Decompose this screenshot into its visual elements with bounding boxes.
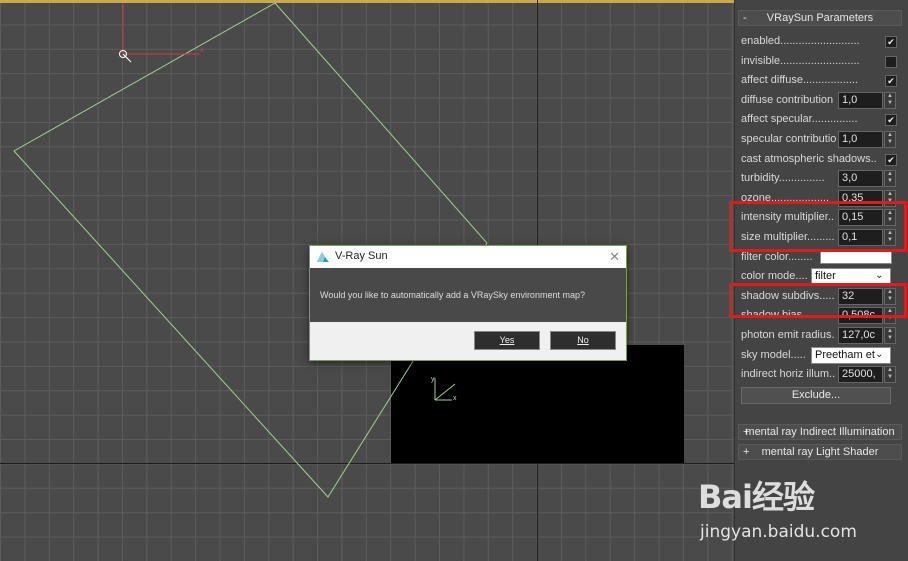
param-label: affect specular............... (741, 113, 858, 126)
param-row: indirect horiz illum.. 25000, ▲ ▼ (741, 366, 896, 384)
param-row: photon emit radius. 127,0c ▲ ▼ (741, 327, 896, 344)
param-label: indirect horiz illum.. (741, 368, 836, 381)
highlight-intensity-size (729, 201, 907, 252)
dialog-title-bar: V-Ray Sun ✕ (310, 246, 626, 268)
param-label: invisible.......................... (741, 54, 860, 67)
param-row: enabled.......................... ✔ (741, 33, 897, 50)
param-row: affect specular............... ✔ (741, 111, 897, 128)
watermark-logo: Bai经验 (698, 478, 815, 516)
dropdown-value: Preetham et (815, 348, 875, 361)
param-row: invisible.......................... (741, 53, 897, 70)
param-checkbox[interactable]: ✔ (885, 75, 897, 88)
rollout-mental-ray-indirect[interactable]: + mental ray Indirect Illumination (738, 424, 902, 440)
rollout-title: mental ray Indirect Illumination (745, 426, 895, 438)
spinner-arrows-icon[interactable]: ▲ ▼ (884, 91, 896, 109)
spinner-arrows-icon[interactable]: ▲ ▼ (884, 170, 896, 188)
yes-button[interactable]: Yes (474, 331, 540, 350)
rollout-mental-ray-light-shader[interactable]: + mental ray Light Shader (738, 444, 902, 460)
param-spinner-input[interactable]: 127,0c (838, 327, 883, 344)
param-label: photon emit radius. (741, 329, 835, 341)
close-icon[interactable]: ✕ (609, 249, 620, 265)
rollout-vraysun-parameters[interactable]: - VRaySun Parameters (738, 10, 902, 26)
param-row: cast atmospheric shadows.. ✔ (741, 151, 897, 168)
param-row: sky model..... Preetham et ⌄ (741, 346, 893, 364)
app-icon (317, 252, 329, 262)
chevron-down-icon[interactable]: ⌄ (875, 268, 883, 283)
param-spinner-input[interactable]: 25000, (838, 366, 883, 384)
param-spinner-input[interactable]: 1,0 (838, 91, 883, 109)
no-button[interactable]: No (550, 331, 616, 350)
param-row: specular contributio 1,0 ▲ ▼ (741, 131, 896, 148)
spinner-arrows-icon[interactable]: ▲ ▼ (884, 131, 896, 148)
param-label: enabled.......................... (741, 35, 860, 47)
param-label: affect diffuse.................. (741, 74, 858, 87)
dialog-title: V-Ray Sun (335, 250, 388, 262)
chevron-down-icon[interactable]: ⌄ (875, 347, 883, 362)
vray-sun-dialog: V-Ray Sun ✕ Would you like to automatica… (309, 245, 627, 361)
param-label: diffuse contribution (741, 93, 834, 106)
dialog-message: Would you like to automatically add a VR… (320, 290, 585, 300)
param-checkbox[interactable]: ✔ (885, 36, 897, 48)
param-row: turbidity............... 3,0 ▲ ▼ (741, 170, 896, 188)
watermark-url: jingyan.baidu.com (700, 522, 857, 542)
highlight-shadow-subdivs (729, 283, 907, 318)
param-label: turbidity............... (741, 172, 825, 185)
param-checkbox[interactable] (885, 55, 897, 68)
svg-text:y: y (431, 376, 435, 383)
dropdown-value: filter (815, 270, 836, 283)
dialog-body: Would you like to automatically add a VR… (310, 268, 626, 322)
rollout-title: VRaySun Parameters (766, 12, 874, 24)
param-label: sky model..... (741, 348, 806, 361)
param-label: specular contributio (741, 133, 836, 145)
param-row: diffuse contribution 1,0 ▲ ▼ (741, 91, 896, 109)
param-label: filter color........ (741, 250, 813, 263)
param-checkbox[interactable]: ✔ (885, 114, 897, 127)
spinner-arrows-icon[interactable]: ▲ ▼ (884, 366, 896, 384)
rollout-title: mental ray Light Shader (761, 446, 879, 458)
yes-button-label: Yes (499, 335, 515, 345)
param-row: affect diffuse.................. ✔ (741, 72, 897, 89)
param-label: cast atmospheric shadows.. (741, 152, 877, 165)
param-spinner-input[interactable]: 3,0 (838, 170, 883, 188)
svg-text:x: x (453, 395, 457, 402)
param-spinner-input[interactable]: 1,0 (838, 131, 883, 148)
exclude-button[interactable]: Exclude... (741, 387, 891, 404)
spinner-arrows-icon[interactable]: ▲ ▼ (884, 327, 896, 344)
param-label: color mode.... (741, 270, 808, 283)
gizmo-x-label: x (200, 45, 204, 54)
baidu-watermark: Bai经验 jingyan.baidu.com (690, 472, 904, 552)
no-button-label: No (577, 335, 589, 345)
param-checkbox[interactable]: ✔ (885, 153, 897, 166)
world-axis-tripod (434, 383, 456, 401)
